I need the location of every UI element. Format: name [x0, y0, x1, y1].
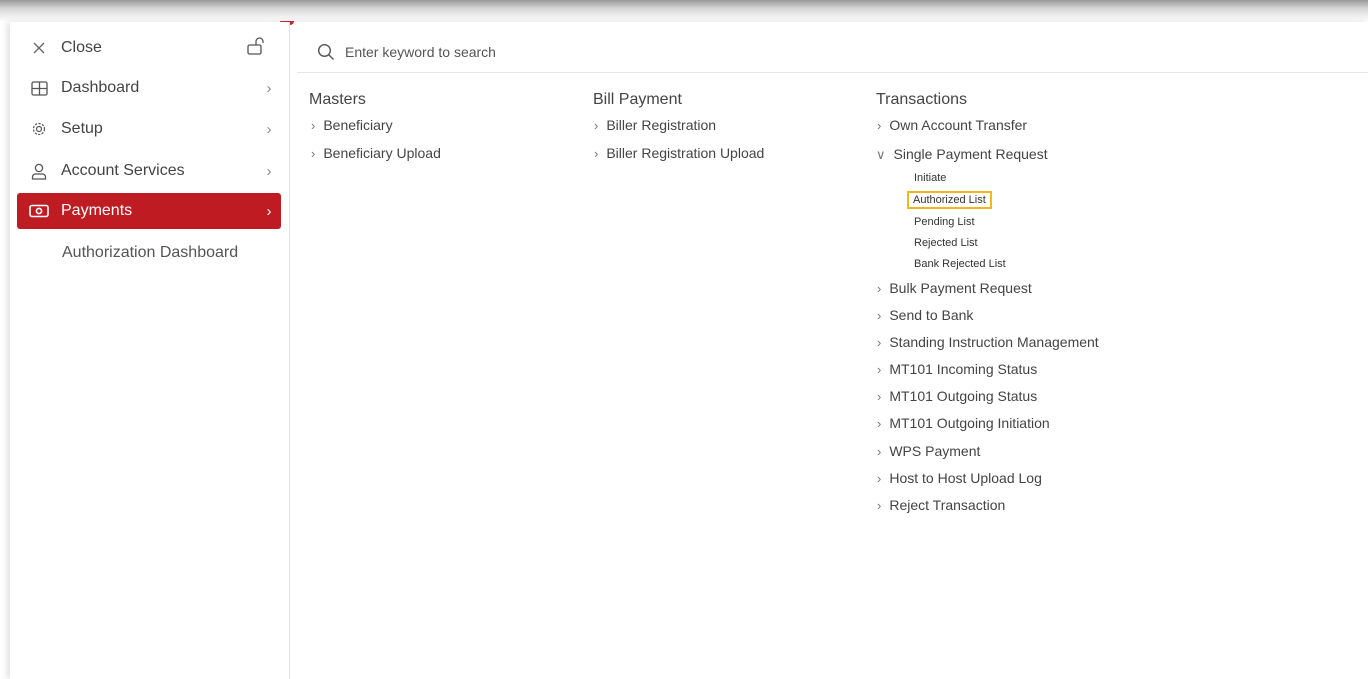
link-label: MT101 Outgoing Status	[889, 388, 1038, 404]
chevron-right-icon: ›	[311, 146, 316, 161]
link-label: MT101 Outgoing Initiation	[889, 415, 1050, 431]
sidebar-item-payments[interactable]: Payments ›	[17, 193, 281, 229]
highlight-box: Authorized List	[907, 191, 992, 209]
menu-link-biller-registration[interactable]: › Biller Registration	[594, 117, 716, 133]
sidebar-item-account-services[interactable]: Account Services ›	[17, 153, 281, 189]
gear-icon	[17, 121, 61, 137]
menu-link-beneficiary-upload[interactable]: › Beneficiary Upload	[311, 145, 441, 161]
menu-link-send-to-bank[interactable]: › Send to Bank	[877, 307, 973, 323]
grid-icon	[17, 80, 61, 96]
column-transactions: Transactions	[876, 91, 967, 111]
menu-link-reject-transaction[interactable]: › Reject Transaction	[877, 497, 1005, 513]
unlock-icon[interactable]	[246, 36, 266, 61]
column-title: Transactions	[876, 91, 967, 108]
link-label: Standing Instruction Management	[889, 334, 1099, 350]
sidebar-item-setup[interactable]: Setup ›	[17, 111, 281, 147]
link-label: MT101 Incoming Status	[889, 361, 1038, 377]
chevron-right-icon: ›	[877, 362, 882, 377]
sidebar-item-label: Setup	[61, 120, 103, 137]
chevron-right-icon: ›	[266, 120, 272, 138]
menu-link-bulk-payment-request[interactable]: › Bulk Payment Request	[877, 280, 1032, 296]
sidebar-item-label: Payments	[61, 202, 133, 219]
chevron-right-icon: ›	[594, 146, 599, 161]
menu-link-biller-registration-upload[interactable]: › Biller Registration Upload	[594, 145, 764, 161]
menu-link-mt101-outgoing-initiation[interactable]: › MT101 Outgoing Initiation	[877, 415, 1050, 431]
submenu-link-rejected-list[interactable]: Rejected List	[914, 237, 978, 249]
link-label: Beneficiary Upload	[323, 145, 441, 161]
window-shadow	[0, 0, 1368, 22]
chevron-right-icon: ›	[877, 308, 882, 323]
link-label: Host to Host Upload Log	[889, 470, 1042, 486]
column-bill-payment: Bill Payment	[593, 91, 682, 111]
link-label: Biller Registration Upload	[606, 145, 765, 161]
menu-link-mt101-incoming-status[interactable]: › MT101 Incoming Status	[877, 361, 1037, 377]
chevron-right-icon: ›	[877, 281, 882, 296]
menu-link-beneficiary[interactable]: › Beneficiary	[311, 117, 393, 133]
column-title: Masters	[309, 91, 366, 108]
link-label: WPS Payment	[889, 443, 981, 459]
column-title: Bill Payment	[593, 91, 682, 108]
link-label: Biller Registration	[606, 117, 717, 133]
submenu-link-initiate[interactable]: Initiate	[914, 172, 946, 184]
menu-link-wps-payment[interactable]: › WPS Payment	[877, 443, 980, 459]
submenu-link-pending-list[interactable]: Pending List	[914, 216, 975, 228]
chevron-right-icon: ›	[877, 444, 882, 459]
chevron-right-icon: ›	[877, 471, 882, 486]
chevron-right-icon: ›	[311, 118, 316, 133]
sidebar-item-dashboard[interactable]: Dashboard ›	[17, 70, 281, 106]
chevron-right-icon: ›	[877, 118, 882, 133]
link-label: Single Payment Request	[893, 146, 1048, 162]
menu-link-standing-instruction-management[interactable]: › Standing Instruction Management	[877, 334, 1099, 350]
close-button[interactable]: Close	[17, 30, 281, 66]
menu-link-single-payment-request[interactable]: ∨ Single Payment Request	[876, 146, 1048, 163]
sidebar-item-label: Dashboard	[61, 79, 140, 96]
chevron-right-icon: ›	[266, 162, 272, 180]
menu-link-host-to-host-upload-log[interactable]: › Host to Host Upload Log	[877, 470, 1042, 486]
chevron-right-icon: ›	[877, 335, 882, 350]
link-label: Send to Bank	[889, 307, 974, 323]
link-label: Beneficiary	[323, 117, 393, 133]
search-icon	[317, 43, 335, 61]
submenu-link-authorized-list[interactable]: Authorized List	[907, 191, 992, 209]
submenu-link-bank-rejected-list[interactable]: Bank Rejected List	[914, 258, 1006, 270]
link-label: Reject Transaction	[889, 497, 1006, 513]
chevron-right-icon: ›	[877, 416, 882, 431]
menu-link-mt101-outgoing-status[interactable]: › MT101 Outgoing Status	[877, 388, 1037, 404]
chevron-right-icon: ›	[877, 498, 882, 513]
chevron-down-icon: ∨	[876, 147, 886, 162]
link-label: Bulk Payment Request	[889, 280, 1032, 296]
money-icon	[17, 204, 61, 218]
menu-link-own-account-transfer[interactable]: › Own Account Transfer	[877, 117, 1027, 133]
search-bar	[297, 32, 1368, 73]
user-icon	[17, 163, 61, 180]
chevron-right-icon: ›	[266, 202, 272, 220]
column-masters: Masters	[309, 91, 366, 111]
chevron-right-icon: ›	[266, 79, 272, 97]
chevron-right-icon: ›	[594, 118, 599, 133]
chevron-right-icon: ›	[877, 389, 882, 404]
sidebar-item-label: Account Services	[61, 162, 185, 179]
sidebar: Close Dashboard › Setup › Account Servic…	[10, 22, 290, 679]
link-label: Own Account Transfer	[889, 117, 1028, 133]
search-input[interactable]	[343, 43, 747, 61]
sidebar-item-authorization-dashboard[interactable]: Authorization Dashboard	[62, 244, 238, 262]
close-icon	[17, 41, 61, 55]
